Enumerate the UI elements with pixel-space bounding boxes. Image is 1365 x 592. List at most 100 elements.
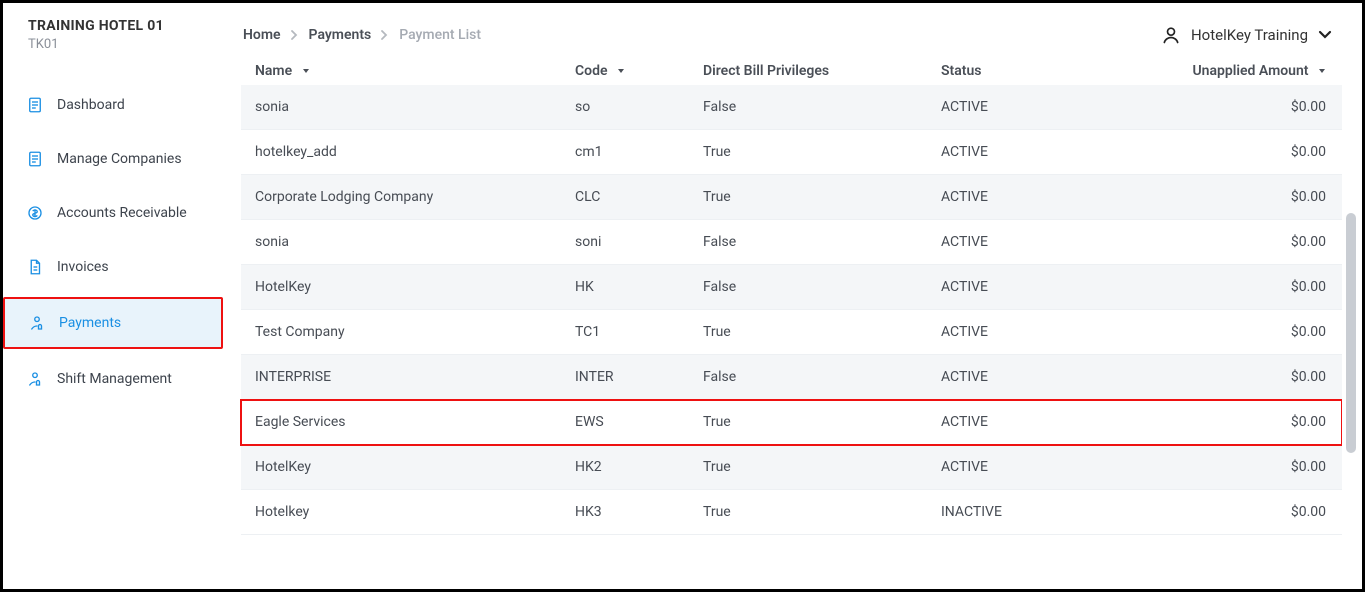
cell-direct-bill: False xyxy=(689,265,927,310)
cell-amount: $0.00 xyxy=(1161,445,1342,490)
table-row[interactable]: hotelkey_addcm1TrueACTIVE$0.00 xyxy=(241,130,1342,175)
sidebar-item-accounts-receivable[interactable]: Accounts Receivable xyxy=(3,189,223,237)
cell-direct-bill: False xyxy=(689,355,927,400)
cell-code: EWS xyxy=(561,400,689,445)
table-row[interactable]: HotelKeyHK2TrueACTIVE$0.00 xyxy=(241,445,1342,490)
column-name[interactable]: Name xyxy=(241,63,561,85)
breadcrumb-payments[interactable]: Payments xyxy=(309,27,372,43)
sidebar-item-label: Invoices xyxy=(57,259,109,275)
cell-amount: $0.00 xyxy=(1161,130,1342,175)
file-icon xyxy=(25,257,45,277)
cell-amount: $0.00 xyxy=(1161,355,1342,400)
column-unapplied-amount-label: Unapplied Amount xyxy=(1192,63,1308,79)
cell-direct-bill: False xyxy=(689,220,927,265)
money-icon xyxy=(25,203,45,223)
sidebar-item-label: Payments xyxy=(59,315,121,331)
cell-name: Test Company xyxy=(241,310,561,355)
cell-name: HotelKey xyxy=(241,445,561,490)
column-code[interactable]: Code xyxy=(561,63,689,85)
cell-name: sonia xyxy=(241,220,561,265)
cell-name: INTERPRISE xyxy=(241,355,561,400)
sidebar-item-label: Accounts Receivable xyxy=(57,205,187,221)
cell-direct-bill: True xyxy=(689,175,927,220)
table-row[interactable]: soniasoniFalseACTIVE$0.00 xyxy=(241,220,1342,265)
cell-name: HotelKey xyxy=(241,265,561,310)
cell-status: ACTIVE xyxy=(927,265,1161,310)
column-direct-bill[interactable]: Direct Bill Privileges xyxy=(689,63,927,85)
sidebar-item-dashboard[interactable]: Dashboard xyxy=(3,81,223,129)
sidebar-item-manage-companies[interactable]: Manage Companies xyxy=(3,135,223,183)
cell-direct-bill: True xyxy=(689,400,927,445)
sidebar-item-label: Manage Companies xyxy=(57,151,182,167)
chevron-right-icon xyxy=(291,30,299,40)
sidebar-item-label: Shift Management xyxy=(57,371,172,387)
cell-name: Corporate Lodging Company xyxy=(241,175,561,220)
cell-code: CLC xyxy=(561,175,689,220)
cell-code: TC1 xyxy=(561,310,689,355)
cell-code: so xyxy=(561,85,689,130)
cell-code: soni xyxy=(561,220,689,265)
user-icon xyxy=(1161,25,1181,45)
sort-down-icon xyxy=(1318,63,1326,79)
cell-amount: $0.00 xyxy=(1161,265,1342,310)
table-row[interactable]: Corporate Lodging CompanyCLCTrueACTIVE$0… xyxy=(241,175,1342,220)
hotel-block: TRAINING HOTEL 01 TK01 xyxy=(23,18,223,52)
doc-icon xyxy=(25,95,45,115)
sidebar-item-shift-management[interactable]: Shift Management xyxy=(3,355,223,403)
cell-amount: $0.00 xyxy=(1161,220,1342,265)
cell-status: ACTIVE xyxy=(927,310,1161,355)
table-row[interactable]: Eagle ServicesEWSTrueACTIVE$0.00 xyxy=(241,400,1342,445)
cell-status: ACTIVE xyxy=(927,85,1161,130)
chevron-down-icon xyxy=(1318,30,1332,40)
breadcrumb-home[interactable]: Home xyxy=(243,27,281,43)
scrollbar-rail[interactable] xyxy=(1342,63,1358,585)
cell-status: ACTIVE xyxy=(927,400,1161,445)
column-name-label: Name xyxy=(255,63,292,79)
cell-status: ACTIVE xyxy=(927,355,1161,400)
cell-name: Eagle Services xyxy=(241,400,561,445)
topbar: TRAINING HOTEL 01 TK01 Home Payments Pay… xyxy=(3,3,1362,63)
cell-status: ACTIVE xyxy=(927,130,1161,175)
payments-table-header: Name Code Direct Bill Privileges xyxy=(241,63,1342,85)
payments-table: soniasoFalseACTIVE$0.00hotelkey_addcm1Tr… xyxy=(241,85,1342,535)
sort-down-icon xyxy=(302,63,310,79)
chevron-right-icon xyxy=(381,30,389,40)
column-status[interactable]: Status xyxy=(927,63,1161,85)
table-row[interactable]: INTERPRISEINTERFalseACTIVE$0.00 xyxy=(241,355,1342,400)
table-row[interactable]: HotelKeyHKFalseACTIVE$0.00 xyxy=(241,265,1342,310)
cell-status: ACTIVE xyxy=(927,445,1161,490)
table-row[interactable]: HotelkeyHK3TrueINACTIVE$0.00 xyxy=(241,490,1342,535)
sidebar-item-label: Dashboard xyxy=(57,97,125,113)
cell-amount: $0.00 xyxy=(1161,400,1342,445)
user-menu[interactable]: HotelKey Training xyxy=(1161,25,1342,45)
sidebar-item-invoices[interactable]: Invoices xyxy=(3,243,223,291)
cell-direct-bill: True xyxy=(689,490,927,535)
table-row[interactable]: Test CompanyTC1TrueACTIVE$0.00 xyxy=(241,310,1342,355)
cell-direct-bill: True xyxy=(689,130,927,175)
column-code-label: Code xyxy=(575,63,608,79)
cell-amount: $0.00 xyxy=(1161,85,1342,130)
hotel-code: TK01 xyxy=(28,37,223,52)
column-unapplied-amount[interactable]: Unapplied Amount xyxy=(1161,63,1342,85)
sidebar: Dashboard Manage Companies Accounts Receiv… xyxy=(3,63,223,589)
cell-code: HK3 xyxy=(561,490,689,535)
cell-status: INACTIVE xyxy=(927,490,1161,535)
breadcrumb: Home Payments Payment List xyxy=(243,27,1141,43)
sidebar-item-payments[interactable]: Payments xyxy=(3,297,223,349)
table-row[interactable]: soniasoFalseACTIVE$0.00 xyxy=(241,85,1342,130)
cell-name: hotelkey_add xyxy=(241,130,561,175)
cell-name: Hotelkey xyxy=(241,490,561,535)
sort-down-icon xyxy=(617,63,625,79)
cell-amount: $0.00 xyxy=(1161,310,1342,355)
hotel-name: TRAINING HOTEL 01 xyxy=(28,18,223,34)
hand-icon xyxy=(27,313,47,333)
cell-status: ACTIVE xyxy=(927,220,1161,265)
scrollbar-thumb[interactable] xyxy=(1346,213,1356,453)
column-status-label: Status xyxy=(941,63,981,79)
doc-icon xyxy=(25,149,45,169)
cell-code: cm1 xyxy=(561,130,689,175)
cell-code: HK xyxy=(561,265,689,310)
cell-direct-bill: True xyxy=(689,310,927,355)
cell-amount: $0.00 xyxy=(1161,175,1342,220)
cell-name: sonia xyxy=(241,85,561,130)
